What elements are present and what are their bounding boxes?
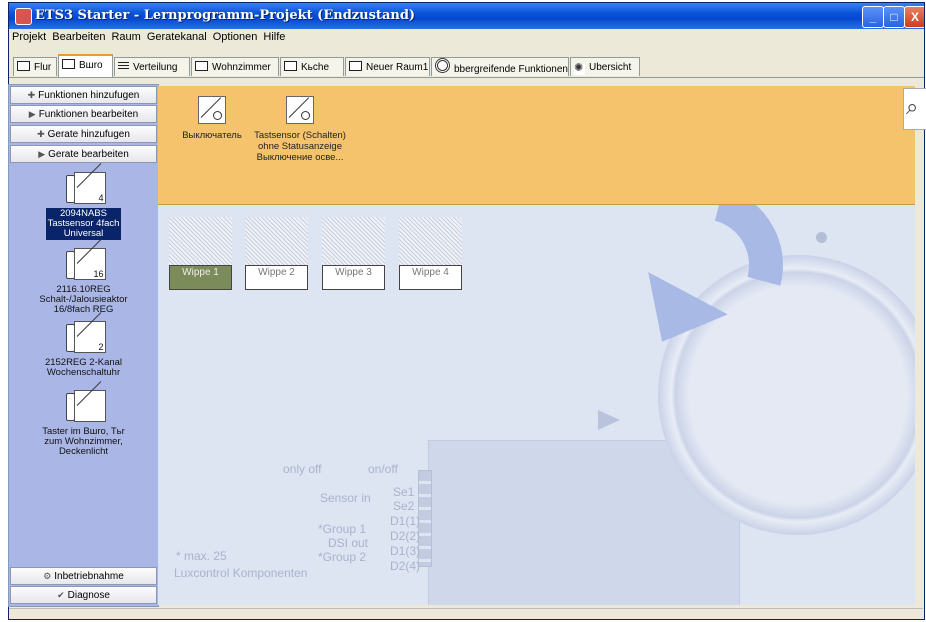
rocker-label: Wippe 4 <box>399 265 462 290</box>
bg-text: on/off <box>368 462 398 476</box>
rocker-1[interactable]: Wippe 1 <box>169 217 232 290</box>
check-icon: ✔ <box>57 590 65 600</box>
menu-optionen[interactable]: Optionen <box>210 29 261 43</box>
add-devices-button[interactable]: ✚ Gerate hinzufugen <box>10 125 157 143</box>
add-functions-button[interactable]: ✚ Funktionen hinzufugen <box>10 86 157 104</box>
menu-hilfe[interactable]: Hilfe <box>260 29 288 43</box>
tab-verteilung[interactable]: Verteilung <box>114 57 190 76</box>
device-icon: 4 <box>60 172 108 208</box>
background-terminals <box>418 470 432 567</box>
device-icon: 2 <box>60 321 108 357</box>
menu-projekt[interactable]: Projekt <box>9 29 49 43</box>
bg-text: *Group 1 <box>318 522 367 536</box>
maximize-button[interactable]: □ <box>883 6 905 28</box>
device-item[interactable]: 4 2094NABS Tastsensor 4fach Universal <box>11 172 156 240</box>
switch-function-icon <box>198 96 226 124</box>
window-title: ETS3 Starter - Lernprogramm-Projekt (End… <box>35 8 416 23</box>
device-item[interactable]: 2 2152REG 2-Kanal Wochenschaltuhr <box>11 321 156 379</box>
app-icon <box>15 8 32 25</box>
eye-icon: ✺ <box>574 62 585 75</box>
status-bar <box>9 608 923 618</box>
bg-text: Se1 <box>393 485 415 499</box>
device-icon <box>60 390 108 426</box>
minimize-button[interactable]: _ <box>862 6 884 28</box>
room-tabs: Flur Bшro Verteilung Wohnzimmer Kьche Ne… <box>9 53 924 78</box>
room-icon <box>62 59 75 69</box>
gear-icon <box>435 58 450 73</box>
device-label: Taster im Bшro, Tьr zum Wohnzimmer, Deck… <box>42 426 125 457</box>
add-icon: ✚ <box>27 90 36 100</box>
rocker-hatch <box>322 217 385 265</box>
device-label: 2094NABS Tastsensor 4fach Universal <box>45 208 122 240</box>
bg-text: Se2 <box>393 499 415 513</box>
play-icon: ▶ <box>28 109 36 119</box>
rocker-4[interactable]: Wippe 4 <box>399 217 462 290</box>
device-icon: 16 <box>60 248 108 284</box>
device-label: 2116.10REG Schalt-/Jalousieaktor 16/8fac… <box>39 284 128 315</box>
rocker-label: Wippe 3 <box>322 265 385 290</box>
tab-uebersicht[interactable]: ✺ Ubersicht <box>570 57 640 76</box>
menu-geratekanal[interactable]: Geratekanal <box>144 29 210 43</box>
tab-kueche[interactable]: Kьche <box>280 57 344 76</box>
function-item[interactable]: Tastsensor (Schalten) ohne Statusanzeige… <box>240 96 360 163</box>
sidebar: ✚ Funktionen hinzufugen ▶ Funktionen bearb… <box>8 84 159 607</box>
tab-neuer-raum1[interactable]: Neuer Raum1 <box>345 57 430 76</box>
background-triangle <box>598 410 620 430</box>
bg-text: D2(4) <box>390 559 421 573</box>
menu-bearbeiten[interactable]: Bearbeiten <box>49 29 108 43</box>
search-icon[interactable]: ⌕ <box>903 88 926 130</box>
menu-bar: Projekt Bearbeiten Raum Geratekanal Optionen… <box>9 29 924 47</box>
background-dot <box>816 232 827 243</box>
menu-raum[interactable]: Raum <box>108 29 143 43</box>
bg-text: only off <box>283 462 322 476</box>
title-bar[interactable]: ETS3 Starter - Lernprogramm-Projekt (End… <box>9 3 924 29</box>
bg-text: D2(2) <box>390 529 421 543</box>
rocker-hatch <box>169 217 232 265</box>
bg-text: DSI out <box>328 536 369 550</box>
room-icon <box>195 61 208 71</box>
rocker-3[interactable]: Wippe 3 <box>322 217 385 290</box>
room-icon <box>284 61 297 71</box>
device-workspace: only off on/off Sensor in Se1 Se2 *Group… <box>158 205 915 605</box>
rocker-2[interactable]: Wippe 2 <box>245 217 308 290</box>
diagnosis-button[interactable]: ✔ Diagnose <box>10 586 157 604</box>
room-icon <box>349 61 362 71</box>
close-button[interactable]: X <box>904 6 924 28</box>
lines-icon <box>118 62 129 71</box>
edit-functions-button[interactable]: ▶ Funktionen bearbeiten <box>10 105 157 123</box>
device-label: 2152REG 2-Kanal Wochenschaltuhr <box>44 357 123 378</box>
device-item[interactable]: 16 2116.10REG Schalt-/Jalousieaktor 16/8… <box>11 248 156 316</box>
tab-buero[interactable]: Bшro <box>58 54 113 77</box>
rocker-hatch <box>245 217 308 265</box>
tab-flur[interactable]: Flur <box>13 57 57 76</box>
edit-devices-button[interactable]: ▶ Gerate bearbeiten <box>10 145 157 163</box>
rocker-label: Wippe 2 <box>245 265 308 290</box>
bg-text: Sensor in <box>320 491 371 505</box>
bg-text: D1(1) <box>390 514 421 528</box>
commissioning-button[interactable]: ⚙ Inbetriebnahme <box>10 567 157 585</box>
tab-wohnzimmer[interactable]: Wohnzimmer <box>191 57 279 76</box>
switch-function-icon <box>286 96 314 124</box>
device-item[interactable]: Taster im Bшro, Tьr zum Wohnzimmer, Deck… <box>11 390 156 458</box>
functions-panel: Выключатель Tastsensor (Schalten) ohne S… <box>158 86 915 205</box>
play-icon: ▶ <box>38 149 46 159</box>
bg-text: D1(3) <box>390 544 421 558</box>
bg-text: *Group 2 <box>318 550 367 564</box>
tab-uebergreifende-funktionen[interactable]: bbergreifende Funktionen <box>431 57 569 76</box>
commissioning-icon: ⚙ <box>43 571 52 581</box>
rocker-label: Wippe 1 <box>169 265 232 290</box>
bg-text: * max. 25 <box>176 549 227 563</box>
room-icon <box>17 61 30 71</box>
add-icon: ✚ <box>37 129 45 139</box>
bg-text: Luxcontrol Komponenten <box>174 566 308 580</box>
rocker-hatch <box>399 217 462 265</box>
